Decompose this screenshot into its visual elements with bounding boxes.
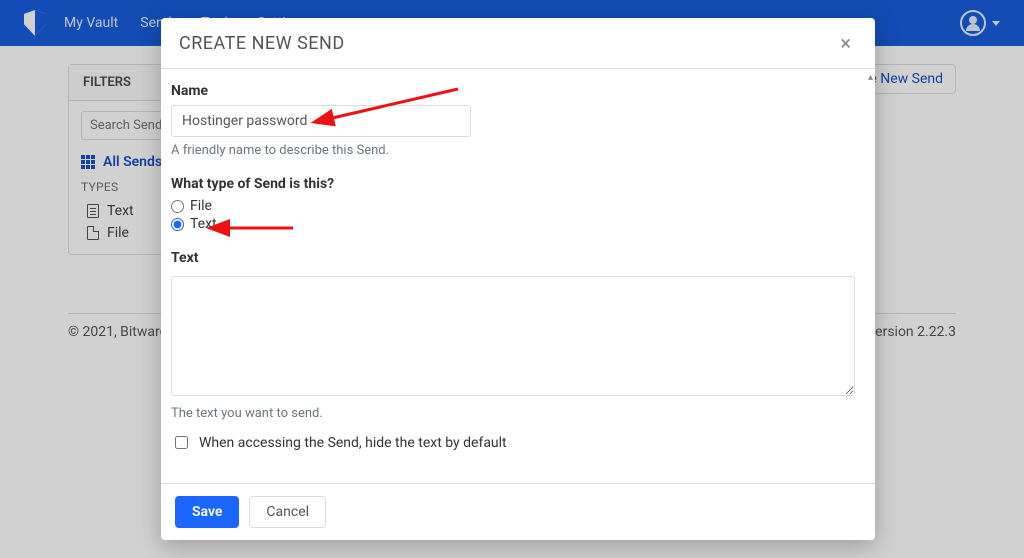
- type-option-file-label: File: [190, 198, 212, 214]
- type-option-file[interactable]: File: [171, 198, 855, 214]
- type-radio-file[interactable]: [171, 200, 184, 213]
- close-icon[interactable]: ×: [834, 32, 857, 54]
- type-label: What type of Send is this?: [171, 176, 855, 192]
- cancel-button[interactable]: Cancel: [249, 496, 326, 528]
- name-hint: A friendly name to describe this Send.: [171, 143, 855, 158]
- hide-text-checkbox[interactable]: [175, 436, 188, 449]
- create-send-modal: ▴ CREATE NEW SEND × Name A friendly name…: [161, 18, 875, 540]
- name-label: Name: [171, 83, 855, 99]
- type-option-text-label: Text: [190, 216, 217, 232]
- modal-body: Name A friendly name to describe this Se…: [161, 69, 875, 483]
- send-text-textarea[interactable]: [171, 276, 855, 396]
- modal-title: CREATE NEW SEND: [179, 33, 345, 54]
- text-hint: The text you want to send.: [171, 406, 855, 421]
- text-content-label: Text: [171, 250, 855, 266]
- type-option-text[interactable]: Text: [171, 216, 855, 232]
- hide-text-label: When accessing the Send, hide the text b…: [199, 435, 507, 451]
- type-radio-text[interactable]: [171, 218, 184, 231]
- hide-text-option[interactable]: When accessing the Send, hide the text b…: [171, 433, 855, 452]
- send-name-input[interactable]: [171, 105, 471, 137]
- save-button[interactable]: Save: [175, 496, 239, 528]
